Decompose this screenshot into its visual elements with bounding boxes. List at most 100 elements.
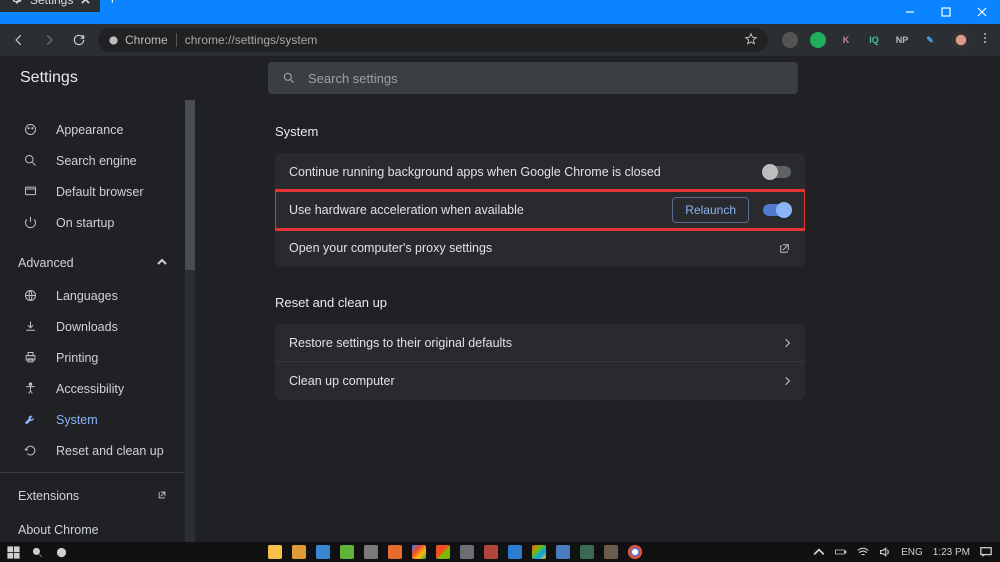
search-icon xyxy=(282,71,296,85)
site-info-button[interactable]: Chrome xyxy=(108,33,168,47)
row-cleanup-computer[interactable]: Clean up computer xyxy=(275,362,805,400)
sidebar-section-advanced[interactable]: Advanced xyxy=(0,246,195,280)
nav-back-button[interactable] xyxy=(8,29,30,51)
site-label: Chrome xyxy=(125,33,168,47)
window-close-button[interactable] xyxy=(964,0,1000,24)
reset-card: Restore settings to their original defau… xyxy=(275,324,805,400)
taskbar-app-2[interactable] xyxy=(484,545,498,559)
taskbar-app-explorer[interactable] xyxy=(268,545,282,559)
page-title: Settings xyxy=(20,69,78,87)
extension-icons: K IQ NP ✎ xyxy=(776,32,944,48)
ext-grammarly-icon[interactable] xyxy=(810,32,826,48)
ext-camera-icon[interactable] xyxy=(782,32,798,48)
taskbar-app-volume[interactable] xyxy=(460,545,474,559)
chevron-right-icon xyxy=(784,376,791,386)
nav-forward-button[interactable] xyxy=(38,29,60,51)
reset-icon xyxy=(22,443,38,458)
ext-k-icon[interactable]: K xyxy=(838,32,854,48)
new-tab-button[interactable]: + xyxy=(100,0,124,12)
sidebar-item-reset-cleanup[interactable]: Reset and clean up xyxy=(0,435,195,466)
taskbar-app-5[interactable] xyxy=(604,545,618,559)
ext-pen-icon[interactable]: ✎ xyxy=(922,32,938,48)
sidebar-item-extensions[interactable]: Extensions xyxy=(0,479,195,513)
sidebar-item-default-browser[interactable]: Default browser xyxy=(0,176,195,207)
taskbar-search-button[interactable] xyxy=(30,545,44,559)
toggle-hardware-accel[interactable] xyxy=(763,204,791,216)
settings-header: Settings xyxy=(0,56,1000,100)
ext-np-icon[interactable]: NP xyxy=(894,32,910,48)
sidebar-item-on-startup[interactable]: On startup xyxy=(0,207,195,238)
sidebar-item-search-engine[interactable]: Search engine xyxy=(0,145,195,176)
tab-title: Settings xyxy=(30,0,73,7)
taskbar-app-4[interactable] xyxy=(580,545,594,559)
sidebar-item-system[interactable]: System xyxy=(0,404,195,435)
sidebar-scrollbar-thumb[interactable] xyxy=(185,100,195,270)
cortana-button[interactable] xyxy=(54,545,68,559)
taskbar-app-settings[interactable] xyxy=(364,545,378,559)
tray-chevron-icon[interactable] xyxy=(813,546,825,558)
taskbar-app-firefox[interactable] xyxy=(388,545,402,559)
settings-search-input[interactable] xyxy=(308,71,784,86)
window-minimize-button[interactable] xyxy=(892,0,928,24)
start-button[interactable] xyxy=(6,545,20,559)
browser-menu-button[interactable] xyxy=(978,31,992,50)
taskbar-app-mail[interactable] xyxy=(316,545,330,559)
toggle-background-apps[interactable] xyxy=(763,166,791,178)
power-icon xyxy=(22,215,38,230)
sidebar-item-label: Accessibility xyxy=(56,382,124,396)
tray-battery-icon[interactable] xyxy=(835,546,847,558)
nav-reload-button[interactable] xyxy=(68,29,90,51)
chevron-right-icon xyxy=(784,338,791,348)
sidebar-item-appearance[interactable]: Appearance xyxy=(0,114,195,145)
section-title-system: System xyxy=(275,124,1000,139)
settings-search-box[interactable] xyxy=(268,62,798,94)
row-restore-defaults[interactable]: Restore settings to their original defau… xyxy=(275,324,805,362)
download-icon xyxy=(22,319,38,334)
row-background-apps[interactable]: Continue running background apps when Go… xyxy=(275,153,805,191)
bookmark-star-icon[interactable] xyxy=(744,32,758,49)
row-label: Use hardware acceleration when available xyxy=(289,203,524,217)
address-bar[interactable]: Chrome chrome://settings/system xyxy=(98,28,768,52)
sidebar-item-downloads[interactable]: Downloads xyxy=(0,311,195,342)
row-label: Clean up computer xyxy=(289,374,395,388)
taskbar-app-edge[interactable] xyxy=(508,545,522,559)
taskbar-apps xyxy=(268,545,642,559)
sidebar-item-label: System xyxy=(56,413,98,427)
sidebar-item-label: On startup xyxy=(56,216,114,230)
browser-tab-settings[interactable]: Settings xyxy=(0,0,100,12)
row-proxy-settings[interactable]: Open your computer's proxy settings xyxy=(275,229,805,267)
sidebar-section-label: Advanced xyxy=(18,256,74,270)
taskbar-app-1[interactable] xyxy=(340,545,354,559)
sidebar-item-truncated[interactable] xyxy=(0,100,195,114)
accessibility-icon xyxy=(22,381,38,396)
tray-notifications-icon[interactable] xyxy=(980,546,992,558)
tray-wifi-icon[interactable] xyxy=(857,546,869,558)
sidebar-divider xyxy=(0,472,195,473)
window-maximize-button[interactable] xyxy=(928,0,964,24)
tray-clock[interactable]: 1:23 PM xyxy=(933,547,970,558)
sidebar-item-about-chrome[interactable]: About Chrome xyxy=(0,513,195,542)
taskbar-app-store[interactable] xyxy=(292,545,306,559)
row-hardware-acceleration[interactable]: Use hardware acceleration when available… xyxy=(275,191,805,229)
taskbar-app-ms2[interactable] xyxy=(532,545,546,559)
settings-sidebar: Appearance Search engine Default browser… xyxy=(0,100,195,542)
taskbar-app-google[interactable] xyxy=(412,545,426,559)
taskbar-app-chrome[interactable] xyxy=(628,545,642,559)
gear-icon xyxy=(10,0,22,8)
tray-volume-icon[interactable] xyxy=(879,546,891,558)
relaunch-button[interactable]: Relaunch xyxy=(672,197,749,223)
tab-close-icon[interactable] xyxy=(81,0,90,7)
open-external-icon xyxy=(157,489,167,503)
ext-iq-icon[interactable]: IQ xyxy=(866,32,882,48)
sidebar-scrollbar[interactable] xyxy=(185,100,195,542)
print-icon xyxy=(22,350,38,365)
taskbar-app-3[interactable] xyxy=(556,545,570,559)
sidebar-item-accessibility[interactable]: Accessibility xyxy=(0,373,195,404)
sidebar-item-printing[interactable]: Printing xyxy=(0,342,195,373)
row-label: Open your computer's proxy settings xyxy=(289,241,492,255)
default-browser-icon xyxy=(22,184,38,199)
taskbar-app-ms[interactable] xyxy=(436,545,450,559)
profile-avatar[interactable] xyxy=(952,31,970,49)
tray-language[interactable]: ENG xyxy=(901,547,923,558)
sidebar-item-languages[interactable]: Languages xyxy=(0,280,195,311)
